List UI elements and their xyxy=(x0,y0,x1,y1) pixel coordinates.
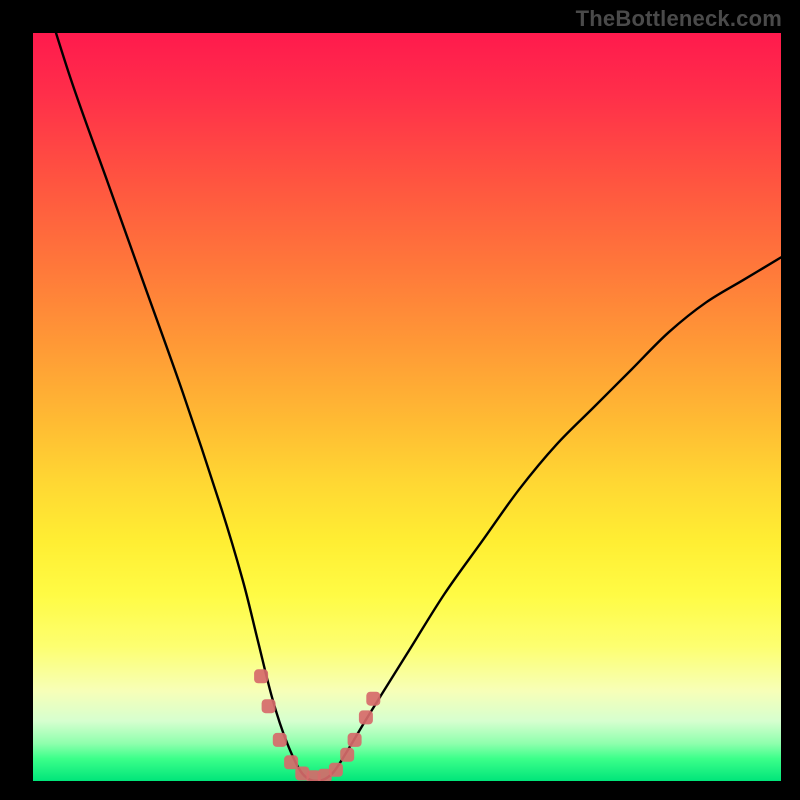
plot-area xyxy=(33,33,781,781)
chart-svg xyxy=(33,33,781,781)
curve-marker xyxy=(366,692,380,706)
curve-marker xyxy=(340,748,354,762)
bottleneck-curve xyxy=(33,33,781,781)
curve-marker xyxy=(359,710,373,724)
curve-marker xyxy=(284,755,298,769)
curve-marker xyxy=(273,733,287,747)
curve-layer xyxy=(33,33,781,781)
curve-marker xyxy=(262,699,276,713)
curve-marker xyxy=(329,763,343,777)
curve-marker xyxy=(348,733,362,747)
watermark-text: TheBottleneck.com xyxy=(576,6,782,32)
chart-frame: TheBottleneck.com xyxy=(0,0,800,800)
curve-marker xyxy=(254,669,268,683)
